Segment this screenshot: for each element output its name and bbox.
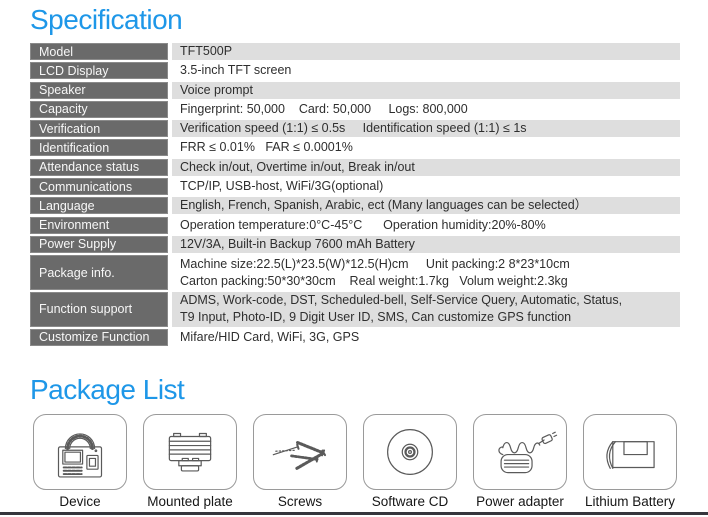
spec-value: Fingerprint: 50,000 Card: 50,000 Logs: 8… (172, 101, 680, 118)
spec-value: ADMS, Work-code, DST, Scheduled-bell, Se… (172, 292, 680, 327)
package-item-lithium-battery: Lithium Battery (578, 414, 682, 509)
spec-label: Customize Function (30, 328, 168, 346)
package-item-label: Device (59, 494, 101, 509)
spec-value: Operation temperature:0°C-45°C Operation… (172, 217, 680, 234)
spec-value: English, French, Spanish, Arabic, ect (M… (172, 197, 680, 215)
spec-row-power-supply: Power Supply 12V/3A, Built-in Backup 760… (30, 235, 680, 253)
spec-label: Function support (30, 292, 168, 327)
spec-sheet: Specification Model TFT500P LCD Display … (0, 0, 708, 517)
package-list-title: Package List (30, 374, 185, 405)
package-item-box (33, 414, 127, 490)
spec-label: Language (30, 197, 168, 215)
spec-value: Check in/out, Overtime in/out, Break in/… (172, 158, 680, 176)
spec-value-text: TCP/IP, USB-host, WiFi/3G(optional) (180, 179, 384, 194)
spec-row-capacity: Capacity Fingerprint: 50,000 Card: 50,00… (30, 100, 680, 118)
package-item-mounted-plate: Mounted plate (138, 414, 242, 509)
spec-label: Package info. (30, 255, 168, 290)
spec-value: 3.5-inch TFT screen (172, 62, 680, 79)
spec-value-text: English, French, Spanish, Arabic, ect (M… (180, 198, 588, 213)
package-item-box (143, 414, 237, 490)
spec-value-text: TFT500P (180, 44, 233, 58)
package-item-box (583, 414, 677, 490)
spec-label: Verification (30, 120, 168, 138)
mounted-plate-icon (168, 432, 212, 472)
spec-row-language: Language English, French, Spanish, Arabi… (30, 197, 680, 215)
spec-value: Mifare/HID Card, WiFi, 3G, GPS (172, 329, 680, 346)
lithium-battery-icon (606, 441, 655, 469)
specification-title: Specification (30, 4, 183, 35)
package-item-label: Screws (277, 494, 323, 509)
package-list: Device Mounted plate Screws Software CD … (28, 414, 682, 509)
spec-value-text: 12V/3A, Built-in Backup 7600 mAh Battery (180, 236, 415, 251)
package-item-label: Software CD (371, 494, 449, 509)
package-item-power-adapter: Power adapter (468, 414, 572, 509)
spec-value-text: Verification speed (1:1) ≤ 0.5s Identifi… (180, 121, 527, 136)
spec-row-lcd-display: LCD Display 3.5-inch TFT screen (30, 62, 680, 80)
spec-value: Machine size:22.5(L)*23.5(W)*12.5(H)cm U… (172, 255, 680, 290)
bottom-border-line (0, 512, 708, 515)
spec-value-text: Voice prompt (180, 82, 253, 97)
spec-row-model: Model TFT500P (30, 43, 680, 60)
spec-value-text: Mifare/HID Card, WiFi, 3G, GPS (180, 329, 360, 344)
spec-row-identification: Identification FRR ≤ 0.01% FAR ≤ 0.0001% (30, 139, 680, 157)
spec-label: Model (30, 43, 168, 60)
spec-row-package-info: Package info. Machine size:22.5(L)*23.5(… (30, 255, 680, 290)
spec-row-verification: Verification Verification speed (1:1) ≤ … (30, 120, 680, 138)
spec-label: Environment (30, 216, 168, 234)
spec-label: Capacity (30, 100, 168, 118)
spec-row-function-support: Function support ADMS, Work-code, DST, S… (30, 292, 680, 327)
spec-row-environment: Environment Operation temperature:0°C-45… (30, 216, 680, 234)
software-cd-icon (387, 429, 433, 475)
power-adapter-icon (498, 431, 558, 474)
package-item-label: Lithium Battery (584, 494, 676, 509)
package-item-box (363, 414, 457, 490)
spec-label: Power Supply (30, 235, 168, 253)
spec-value: FRR ≤ 0.01% FAR ≤ 0.0001% (172, 139, 680, 156)
spec-value-text: Check in/out, Overtime in/out, Break in/… (180, 159, 415, 174)
spec-label: Attendance status (30, 158, 168, 176)
spec-value-text: 3.5-inch TFT screen (180, 63, 292, 78)
spec-value-text: ADMS, Work-code, DST, Scheduled-bell, Se… (180, 293, 623, 308)
package-item-box (473, 414, 567, 490)
spec-value-text: FRR ≤ 0.01% FAR ≤ 0.0001% (180, 140, 353, 155)
device-icon (57, 433, 103, 478)
spec-row-attendance-status: Attendance status Check in/out, Overtime… (30, 158, 680, 176)
package-item-software-cd: Software CD (358, 414, 462, 509)
spec-row-speaker: Speaker Voice prompt (30, 81, 680, 99)
spec-value-text: T9 Input, Photo-ID, 9 Digit User ID, SMS… (180, 310, 572, 325)
spec-row-customize-function: Customize Function Mifare/HID Card, WiFi… (30, 328, 680, 346)
spec-value-text: Fingerprint: 50,000 Card: 50,000 Logs: 8… (180, 101, 468, 116)
specification-table: Model TFT500P LCD Display 3.5-inch TFT s… (30, 43, 680, 348)
package-item-label: Power adapter (476, 494, 564, 509)
spec-value: TFT500P (172, 43, 680, 60)
package-item-box (253, 414, 347, 490)
spec-value: Voice prompt (172, 81, 680, 99)
spec-label: Identification (30, 139, 168, 157)
spec-value: 12V/3A, Built-in Backup 7600 mAh Battery (172, 235, 680, 253)
spec-label: Communications (30, 178, 168, 196)
spec-value: TCP/IP, USB-host, WiFi/3G(optional) (172, 178, 680, 195)
package-item-screws: Screws (248, 414, 352, 509)
spec-label: LCD Display (30, 62, 168, 80)
package-item-label: Mounted plate (147, 494, 233, 509)
spec-value: Verification speed (1:1) ≤ 0.5s Identifi… (172, 120, 680, 138)
spec-value-text: Machine size:22.5(L)*23.5(W)*12.5(H)cm U… (180, 256, 570, 271)
spec-value-text: Operation temperature:0°C-45°C Operation… (180, 217, 546, 232)
spec-row-communications: Communications TCP/IP, USB-host, WiFi/3G… (30, 178, 680, 196)
package-item-device: Device (28, 414, 132, 509)
spec-label: Speaker (30, 81, 168, 99)
spec-value-text: Carton packing:50*30*30cm Real weight:1.… (180, 273, 568, 288)
screws-icon (272, 440, 327, 470)
